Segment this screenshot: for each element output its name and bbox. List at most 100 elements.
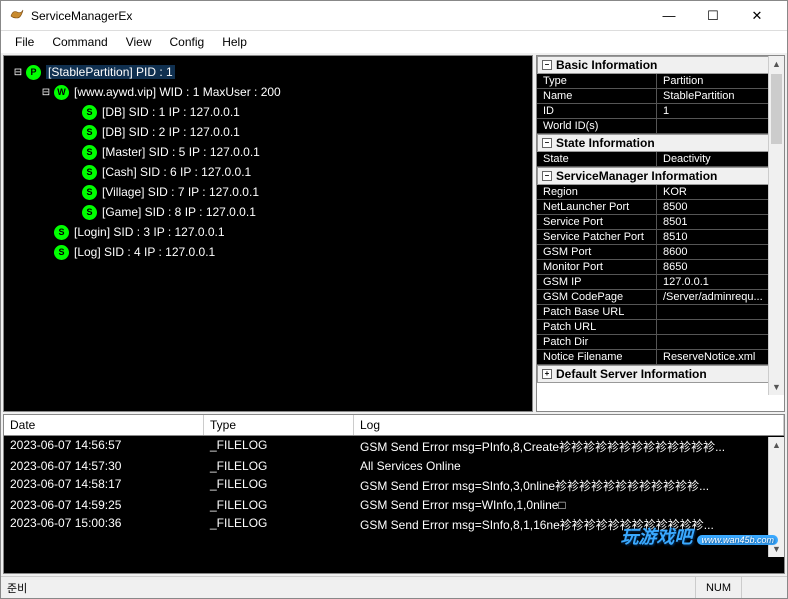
section-header[interactable]: +Default Server Information (537, 365, 784, 383)
node-label: [StablePartition] PID : 1 (46, 65, 175, 79)
info-key: Region (537, 185, 657, 199)
info-row: Patch Dir (537, 335, 784, 350)
node-badge-icon: S (54, 245, 69, 260)
info-row: Patch URL (537, 320, 784, 335)
scroll-down-icon[interactable]: ▼ (769, 541, 784, 557)
info-key: Patch URL (537, 320, 657, 334)
info-key: Patch Base URL (537, 305, 657, 319)
menu-command[interactable]: Command (44, 33, 115, 51)
log-col-log[interactable]: Log (354, 415, 784, 435)
node-badge-icon: S (54, 225, 69, 240)
tree-node[interactable]: ⊟W[www.aywd.vip] WID : 1 MaxUser : 200 (8, 82, 528, 102)
expand-icon[interactable]: ⊟ (12, 67, 24, 78)
info-key: Type (537, 74, 657, 88)
log-type: _FILELOG (204, 497, 354, 513)
node-label: [Game] SID : 8 IP : 127.0.0.1 (102, 205, 256, 219)
tree-node[interactable]: S [Log] SID : 4 IP : 127.0.0.1 (8, 242, 528, 262)
info-value: Deactivity (657, 152, 784, 166)
node-label: [www.aywd.vip] WID : 1 MaxUser : 200 (74, 85, 281, 99)
info-scrollbar[interactable]: ▲ ▼ (768, 56, 784, 395)
info-value: 8650 (657, 260, 784, 274)
info-row: Service Patcher Port8510 (537, 230, 784, 245)
section-header[interactable]: –Basic Information (537, 56, 784, 74)
log-row[interactable]: 2023-06-07 14:59:25_FILELOGGSM Send Erro… (4, 496, 784, 514)
log-row[interactable]: 2023-06-07 14:56:57_FILELOGGSM Send Erro… (4, 436, 784, 457)
log-date: 2023-06-07 15:00:36 (4, 515, 204, 534)
tree-node[interactable]: S[Master] SID : 5 IP : 127.0.0.1 (8, 142, 528, 162)
info-key: Monitor Port (537, 260, 657, 274)
node-badge-icon: S (82, 165, 97, 180)
log-scrollbar[interactable]: ▲ ▼ (768, 437, 784, 557)
node-badge-icon: S (82, 105, 97, 120)
info-key: State (537, 152, 657, 166)
log-message: GSM Send Error msg=SInfo,3,0nline袗袗袗袗袗袗袗… (354, 476, 784, 495)
node-badge-icon: S (82, 185, 97, 200)
menu-view[interactable]: View (118, 33, 160, 51)
tree-node[interactable]: S [Cash] SID : 6 IP : 127.0.0.1 (8, 162, 528, 182)
service-tree[interactable]: ⊟P[StablePartition] PID : 1⊟W[www.aywd.v… (3, 55, 533, 412)
node-label: [Login] SID : 3 IP : 127.0.0.1 (74, 225, 225, 239)
tree-node[interactable]: S[DB] SID : 1 IP : 127.0.0.1 (8, 102, 528, 122)
collapse-icon[interactable]: – (542, 171, 552, 181)
menu-help[interactable]: Help (214, 33, 255, 51)
tree-node[interactable]: S[Game] SID : 8 IP : 127.0.0.1 (8, 202, 528, 222)
section-header[interactable]: –State Information (537, 134, 784, 152)
menu-bar: File Command View Config Help (1, 31, 787, 53)
node-label: [Log] SID : 4 IP : 127.0.0.1 (74, 245, 215, 259)
info-value (657, 305, 784, 319)
scroll-up-icon[interactable]: ▲ (769, 56, 784, 72)
expand-icon[interactable]: + (542, 369, 552, 379)
log-row[interactable]: 2023-06-07 14:57:30_FILELOGAll Services … (4, 457, 784, 475)
tree-node[interactable]: ⊟P[StablePartition] PID : 1 (8, 62, 528, 82)
log-panel: Date Type Log 2023-06-07 14:56:57_FILELO… (3, 414, 785, 574)
log-message: GSM Send Error msg=WInfo,1,0nline□ (354, 497, 784, 513)
section-header[interactable]: –ServiceManager Information (537, 167, 784, 185)
window-title: ServiceManagerEx (31, 9, 647, 23)
node-label: [Village] SID : 7 IP : 127.0.0.1 (102, 185, 259, 199)
scroll-thumb[interactable] (771, 74, 782, 144)
expand-icon[interactable]: ⊟ (40, 87, 52, 98)
info-value: 1 (657, 104, 784, 118)
tree-node[interactable]: S [Village] SID : 7 IP : 127.0.0.1 (8, 182, 528, 202)
log-col-type[interactable]: Type (204, 415, 354, 435)
info-value: 8500 (657, 200, 784, 214)
info-row: Notice FilenameReserveNotice.xml (537, 350, 784, 365)
info-row: GSM Port8600 (537, 245, 784, 260)
info-row: World ID(s) (537, 119, 784, 134)
menu-config[interactable]: Config (162, 33, 213, 51)
log-header: Date Type Log (4, 415, 784, 436)
maximize-button[interactable]: ☐ (691, 2, 735, 30)
scroll-down-icon[interactable]: ▼ (769, 379, 784, 395)
status-ready: 준비 (7, 580, 695, 596)
status-empty (741, 577, 781, 598)
info-value: StablePartition (657, 89, 784, 103)
log-row[interactable]: 2023-06-07 15:00:36_FILELOGGSM Send Erro… (4, 514, 784, 535)
collapse-icon[interactable]: – (542, 60, 552, 70)
log-row[interactable]: 2023-06-07 14:58:17_FILELOGGSM Send Erro… (4, 475, 784, 496)
state-info-section: –State Information StateDeactivity (537, 134, 784, 167)
info-key: ID (537, 104, 657, 118)
info-value: Partition (657, 74, 784, 88)
info-value: 8600 (657, 245, 784, 259)
log-type: _FILELOG (204, 476, 354, 495)
close-button[interactable]: ✕ (735, 2, 779, 30)
tree-node[interactable]: S [Login] SID : 3 IP : 127.0.0.1 (8, 222, 528, 242)
menu-file[interactable]: File (7, 33, 42, 51)
log-col-date[interactable]: Date (4, 415, 204, 435)
minimize-button[interactable]: — (647, 2, 691, 30)
info-key: World ID(s) (537, 119, 657, 133)
app-icon (9, 8, 25, 24)
scroll-up-icon[interactable]: ▲ (769, 437, 784, 453)
collapse-icon[interactable]: – (542, 138, 552, 148)
info-row: StateDeactivity (537, 152, 784, 167)
tree-node[interactable]: S[DB] SID : 2 IP : 127.0.0.1 (8, 122, 528, 142)
servicemanager-info-section: –ServiceManager Information RegionKORNet… (537, 167, 784, 365)
info-value: 127.0.0.1 (657, 275, 784, 289)
info-row: ID1 (537, 104, 784, 119)
info-key: GSM Port (537, 245, 657, 259)
node-badge-icon: S (82, 125, 97, 140)
node-label: [Cash] SID : 6 IP : 127.0.0.1 (102, 165, 251, 179)
node-badge-icon: S (82, 145, 97, 160)
info-key: Patch Dir (537, 335, 657, 349)
log-date: 2023-06-07 14:59:25 (4, 497, 204, 513)
